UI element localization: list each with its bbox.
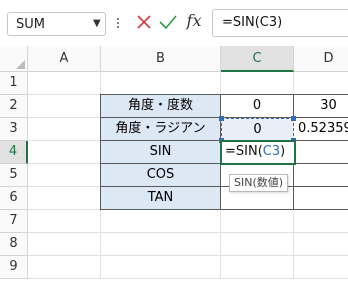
cell-a8[interactable]: [28, 233, 101, 256]
cell-a7[interactable]: [28, 210, 101, 233]
row-header-2[interactable]: 2: [0, 95, 28, 118]
cell-d7[interactable]: [294, 210, 348, 233]
cell-d8[interactable]: [294, 233, 348, 256]
spreadsheet-grid: A B C D 1 2 3 4 5 6 7 8 9 角度・度数 角度・ラジアン …: [0, 46, 348, 296]
label-cell-degrees[interactable]: 角度・度数: [101, 95, 221, 118]
column-header-c[interactable]: C: [221, 46, 294, 72]
cell-c8[interactable]: [221, 233, 294, 256]
cell-c9[interactable]: [221, 256, 294, 279]
cancel-x-icon[interactable]: [134, 11, 154, 33]
label-cell-sin[interactable]: SIN: [101, 141, 221, 164]
more-options-icon[interactable]: [115, 12, 121, 34]
column-header-d[interactable]: D: [294, 46, 348, 72]
cell-d2[interactable]: 30: [294, 95, 348, 118]
row-header-3[interactable]: 3: [0, 118, 28, 141]
cell-a3[interactable]: [28, 118, 101, 141]
cell-d4[interactable]: [294, 141, 348, 164]
cell-d1[interactable]: [294, 72, 348, 95]
name-box[interactable]: SUM ▼: [7, 12, 106, 36]
select-all-icon: [16, 60, 25, 69]
row-header-9[interactable]: 9: [0, 256, 28, 279]
function-tooltip[interactable]: SIN(数値): [229, 174, 289, 192]
table-left-border: [100, 94, 101, 210]
label-cell-tan[interactable]: TAN: [101, 187, 221, 210]
cell-c1[interactable]: [221, 72, 294, 95]
cell-edit-text: =SIN(C3): [225, 144, 286, 159]
ref-handle-tr[interactable]: [291, 116, 296, 121]
chevron-down-icon[interactable]: ▼: [93, 18, 101, 29]
cell-reference-text: C3: [262, 144, 281, 159]
reference-cell-value: 0: [253, 122, 262, 137]
column-header-a[interactable]: A: [28, 46, 101, 72]
formula-text: =SIN(C3): [222, 15, 283, 30]
cell-a1[interactable]: [28, 72, 101, 95]
name-box-value: SUM: [16, 17, 45, 32]
row-header-6[interactable]: 6: [0, 187, 28, 210]
cell-d5[interactable]: [294, 164, 348, 187]
row-header-1[interactable]: 1: [0, 72, 28, 95]
row-header-4[interactable]: 4: [0, 141, 28, 164]
cell-a5[interactable]: [28, 164, 101, 187]
cell-b7[interactable]: [101, 210, 221, 233]
formula-bar: SUM ▼ fx =SIN(C3): [0, 0, 348, 46]
cell-d9[interactable]: [294, 256, 348, 279]
active-cell-c4[interactable]: =SIN(C3): [220, 140, 296, 165]
label-cell-cos[interactable]: COS: [101, 164, 221, 187]
select-all-corner[interactable]: [0, 46, 28, 72]
ref-handle-tl[interactable]: [219, 116, 224, 121]
cell-a9[interactable]: [28, 256, 101, 279]
cell-a6[interactable]: [28, 187, 101, 210]
cell-c7[interactable]: [221, 210, 294, 233]
cell-d3[interactable]: 0.52359: [294, 118, 348, 141]
table-top-border: [100, 94, 348, 95]
cell-a2[interactable]: [28, 95, 101, 118]
cell-a4[interactable]: [28, 141, 101, 164]
cell-c2[interactable]: 0: [221, 95, 294, 118]
cell-b1[interactable]: [101, 72, 221, 95]
label-cell-radians[interactable]: 角度・ラジアン: [101, 118, 221, 141]
formula-input[interactable]: =SIN(C3): [212, 9, 348, 37]
reference-highlight-c3: 0: [221, 118, 294, 141]
row-header-5[interactable]: 5: [0, 164, 28, 187]
cell-b8[interactable]: [101, 233, 221, 256]
cell-d6[interactable]: [294, 187, 348, 210]
row-header-7[interactable]: 7: [0, 210, 28, 233]
row-header-8[interactable]: 8: [0, 233, 28, 256]
column-header-b[interactable]: B: [101, 46, 221, 72]
checkmark-icon[interactable]: [157, 11, 179, 33]
cell-b9[interactable]: [101, 256, 221, 279]
fx-icon[interactable]: fx: [183, 9, 205, 33]
